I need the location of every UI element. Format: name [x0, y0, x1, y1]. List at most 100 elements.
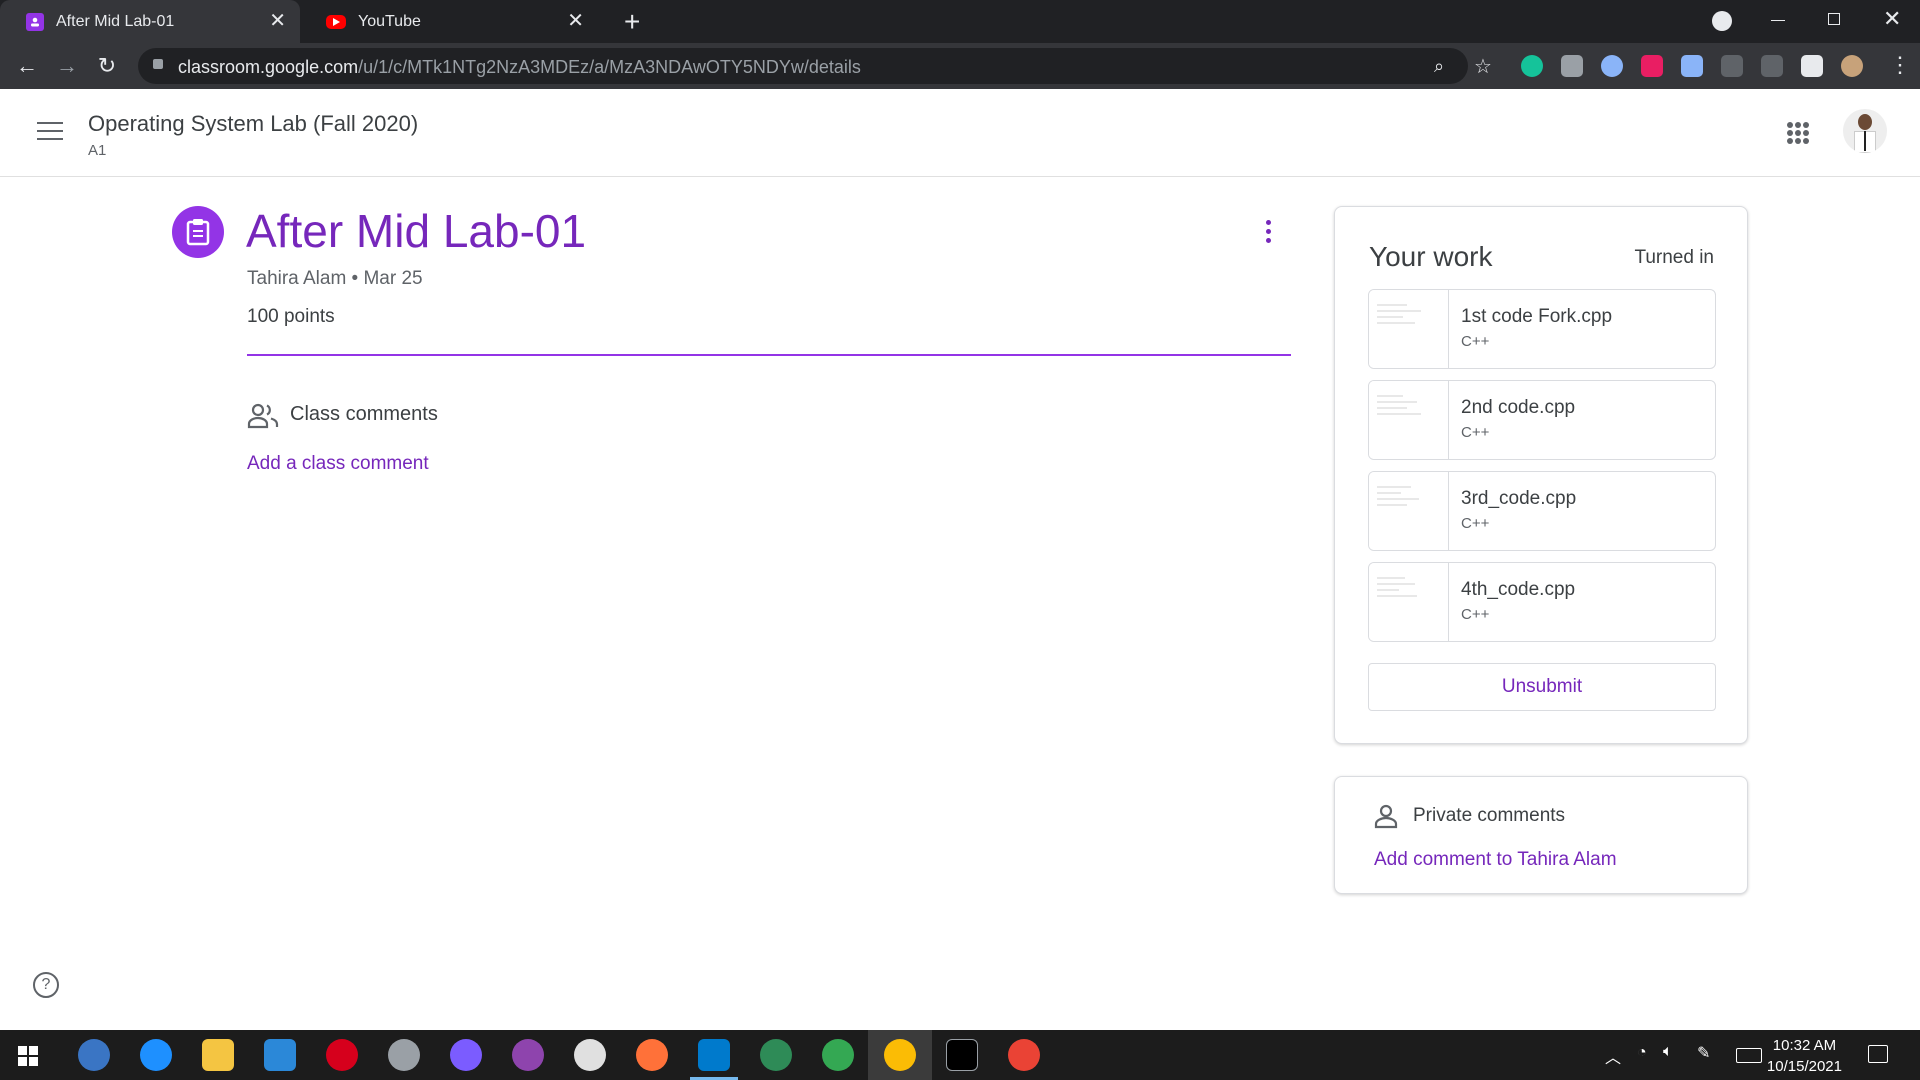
google-apps-icon[interactable] — [1787, 122, 1809, 144]
person-icon — [1373, 803, 1399, 829]
more-options-icon[interactable] — [1262, 220, 1274, 243]
youtube-icon — [326, 14, 346, 29]
grammarly-icon[interactable] — [1521, 55, 1543, 77]
github-icon[interactable] — [512, 1039, 544, 1071]
pen-icon[interactable]: ✎ — [1697, 1043, 1710, 1063]
opera-icon[interactable] — [326, 1039, 358, 1071]
class-comments-label: Class comments — [290, 403, 438, 425]
file-name: 4th_code.cpp — [1461, 579, 1576, 600]
add-class-comment-link[interactable]: Add a class comment — [247, 453, 429, 475]
restore-icon[interactable] — [1828, 13, 1840, 25]
url-path: /u/1/c/MTk1NTg2NzA3MDEz/a/MzA3NDAwOTY5ND… — [358, 57, 861, 77]
file-type: C++ — [1461, 515, 1490, 532]
mail-icon[interactable] — [264, 1039, 296, 1071]
classroom-header: Operating System Lab (Fall 2020) A1 — [0, 89, 1920, 177]
forward-icon[interactable]: → — [52, 51, 82, 81]
edge-icon[interactable] — [140, 1039, 172, 1071]
file-thumbnail — [1369, 381, 1449, 459]
attachment-file[interactable]: 3rd_code.cpp C++ — [1368, 471, 1716, 551]
lock-icon — [153, 59, 163, 69]
help-icon[interactable]: ? — [33, 972, 59, 998]
reload-icon[interactable]: ↻ — [92, 51, 122, 81]
divider — [247, 354, 1291, 356]
file-explorer-icon[interactable] — [202, 1039, 234, 1071]
people-icon — [247, 403, 279, 429]
attachment-file[interactable]: 2nd code.cpp C++ — [1368, 380, 1716, 460]
assignment-title: After Mid Lab-01 — [246, 205, 587, 257]
assignment-points: 100 points — [247, 306, 335, 327]
extension-icon[interactable] — [1601, 55, 1623, 77]
chrome-icon[interactable] — [884, 1039, 916, 1071]
screen-extension-icon[interactable] — [1721, 55, 1743, 77]
attachment-file[interactable]: 4th_code.cpp C++ — [1368, 562, 1716, 642]
windows-taskbar: ︿ ◔ 🔈︎ ✎ 10:32 AM 10/15/2021 — [0, 1030, 1920, 1080]
file-type: C++ — [1461, 424, 1490, 441]
zoom-icon[interactable]: ⌕ — [1434, 56, 1444, 77]
play-extension-icon[interactable] — [1641, 55, 1663, 77]
new-tab-button[interactable]: + — [624, 6, 640, 38]
messenger-icon[interactable] — [450, 1039, 482, 1071]
unsubmit-button[interactable]: Unsubmit — [1368, 663, 1716, 711]
puzzle-extensions-icon[interactable] — [1801, 55, 1823, 77]
tab-youtube[interactable]: YouTube ✕ — [300, 0, 598, 43]
assignment-icon — [172, 206, 224, 258]
private-comments-label: Private comments — [1413, 805, 1566, 826]
hamburger-menu-icon[interactable] — [37, 122, 63, 140]
profile-avatar-icon[interactable] — [1841, 55, 1863, 77]
network-icon[interactable]: ◔ — [1637, 1044, 1647, 1062]
classroom-icon — [26, 12, 44, 31]
file-name: 1st code Fork.cpp — [1461, 306, 1613, 327]
chevron-up-icon[interactable]: ︿ — [1605, 1044, 1621, 1068]
course-title[interactable]: Operating System Lab (Fall 2020) — [88, 111, 418, 137]
tab-after-mid-lab[interactable]: After Mid Lab-01 ✕ — [0, 0, 300, 43]
attachment-file[interactable]: 1st code Fork.cpp C++ — [1368, 289, 1716, 369]
firefox-icon[interactable] — [636, 1039, 668, 1071]
pen-extension-icon[interactable] — [1761, 55, 1783, 77]
windows-start-icon[interactable] — [18, 1046, 38, 1066]
close-tab-icon[interactable]: ✕ — [269, 11, 286, 31]
tab-search-icon[interactable] — [1712, 11, 1732, 31]
clock-time: 10:32 AM — [1772, 1037, 1837, 1054]
url-host: classroom.google.com — [178, 57, 359, 77]
private-comments-card: Private comments Add comment to Tahira A… — [1334, 776, 1748, 894]
minimize-icon[interactable] — [1771, 20, 1785, 21]
close-window-icon[interactable]: ✕ — [1883, 6, 1901, 32]
url-text[interactable]: classroom.google.com/u/1/c/MTk1NTg2NzA3M… — [178, 57, 861, 78]
file-name: 2nd code.cpp — [1461, 397, 1576, 418]
tab-title: After Mid Lab-01 — [56, 12, 175, 30]
omnibox[interactable]: classroom.google.com/u/1/c/MTk1NTg2NzA3M… — [138, 48, 1492, 84]
browser-tab-bar: After Mid Lab-01 ✕ YouTube ✕ + ✕ — [0, 0, 1920, 43]
file-type: C++ — [1461, 333, 1490, 350]
system-clock[interactable]: 10:32 AM 10/15/2021 — [1767, 1035, 1842, 1077]
globe-app-icon[interactable] — [760, 1039, 792, 1071]
camera-extension-icon[interactable] — [1561, 55, 1583, 77]
bookmark-star-icon[interactable]: ☆ — [1474, 54, 1492, 79]
clock-date: 10/15/2021 — [1766, 1058, 1842, 1075]
file-type: C++ — [1461, 606, 1490, 623]
file-thumbnail — [1369, 290, 1449, 368]
keyboard-icon[interactable] — [1736, 1048, 1762, 1063]
tab-title: YouTube — [358, 12, 421, 30]
chrome-icon[interactable] — [1008, 1039, 1040, 1071]
your-work-title: Your work — [1369, 241, 1493, 272]
close-tab-icon[interactable]: ✕ — [567, 11, 584, 31]
file-thumbnail — [1369, 472, 1449, 550]
file-thumbnail — [1369, 563, 1449, 641]
status-badge: Turned in — [1634, 247, 1714, 268]
back-icon[interactable]: ← — [12, 51, 42, 81]
chrome-menu-icon[interactable]: ⋮ — [1889, 52, 1911, 78]
volume-icon[interactable]: 🔈︎ — [1663, 1043, 1673, 1061]
chrome-icon[interactable] — [822, 1039, 854, 1071]
assignment-meta: Tahira Alam • Mar 25 — [247, 268, 423, 289]
add-private-comment-link[interactable]: Add comment to Tahira Alam — [1374, 849, 1617, 871]
file-name: 3rd_code.cpp — [1461, 488, 1577, 509]
account-avatar[interactable] — [1843, 109, 1887, 153]
satellite-app-icon[interactable] — [388, 1039, 420, 1071]
paint-app-icon[interactable] — [574, 1039, 606, 1071]
vscode-icon[interactable] — [698, 1039, 730, 1071]
download-extension-icon[interactable] — [1681, 55, 1703, 77]
terminal-icon[interactable] — [946, 1039, 978, 1071]
notification-icon[interactable] — [1868, 1045, 1888, 1063]
course-section: A1 — [88, 142, 107, 159]
qbittorrent-icon[interactable] — [78, 1039, 110, 1071]
